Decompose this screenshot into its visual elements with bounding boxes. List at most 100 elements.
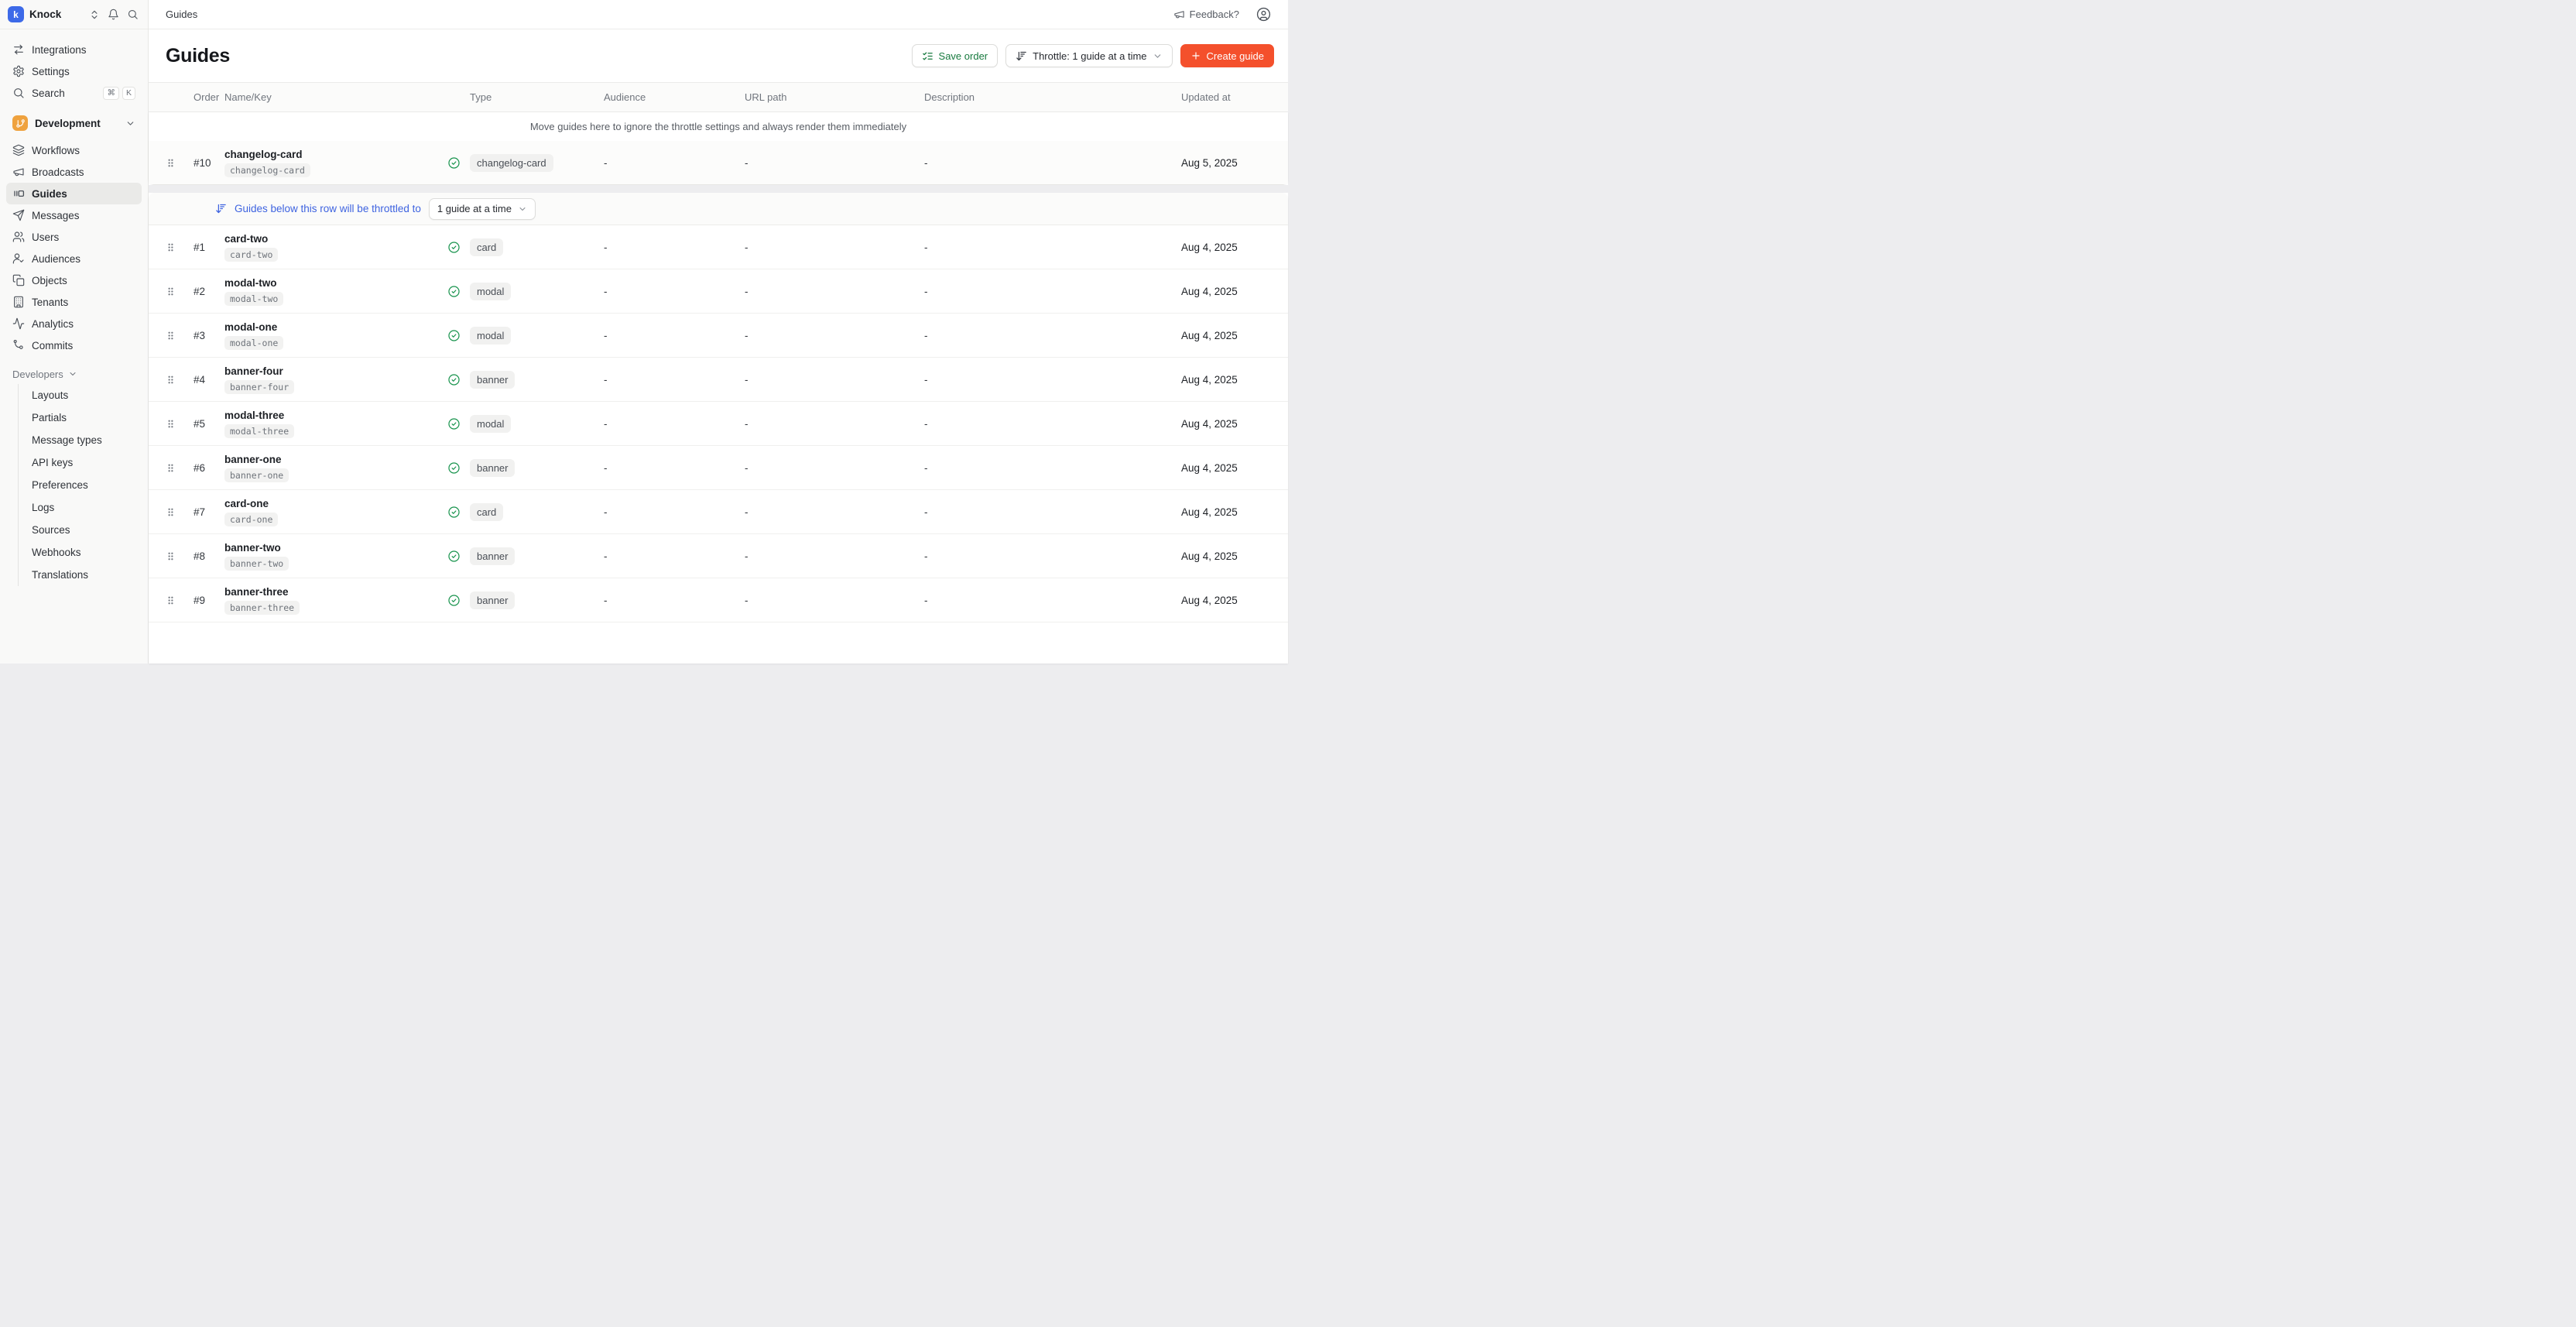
sidebar-item-sources[interactable]: Sources bbox=[19, 519, 142, 541]
guide-name: modal-three bbox=[224, 410, 447, 421]
throttle-divider-row: Guides below this row will be throttled … bbox=[149, 193, 1288, 225]
sidebar-item-broadcasts[interactable]: Broadcasts bbox=[6, 161, 142, 183]
drag-handle-icon[interactable] bbox=[159, 330, 176, 341]
workspace-switcher[interactable]: k Knock bbox=[0, 0, 148, 29]
create-guide-button[interactable]: Create guide bbox=[1180, 44, 1274, 67]
sidebar-item-guides[interactable]: Guides bbox=[6, 183, 142, 204]
updated-at-value: Aug 4, 2025 bbox=[1181, 418, 1288, 430]
sidebar-item-label: Tenants bbox=[32, 297, 68, 308]
sidebar-item-partials[interactable]: Partials bbox=[19, 406, 142, 429]
sidebar-item-search[interactable]: Search ⌘ K bbox=[6, 82, 142, 104]
drag-handle-icon[interactable] bbox=[159, 418, 176, 430]
user-avatar-icon[interactable] bbox=[1256, 7, 1271, 22]
chevron-down-icon bbox=[68, 369, 77, 379]
drag-handle-icon[interactable] bbox=[159, 506, 176, 518]
guide-name: card-two bbox=[224, 233, 447, 245]
topbar: Guides Feedback? bbox=[149, 0, 1288, 29]
table-row[interactable]: #6 banner-one banner-one banner - - - Au… bbox=[149, 446, 1288, 490]
unthrottled-section: Move guides here to ignore the throttle … bbox=[149, 112, 1288, 185]
chevrons-up-down-icon[interactable] bbox=[89, 9, 100, 20]
audience-value: - bbox=[604, 462, 745, 474]
throttle-value-select[interactable]: 1 guide at a time bbox=[429, 198, 536, 220]
sidebar-item-label: Messages bbox=[32, 210, 80, 221]
guide-name: banner-four bbox=[224, 365, 447, 377]
sidebar-item-message-types[interactable]: Message types bbox=[19, 429, 142, 451]
developers-section-toggle[interactable]: Developers bbox=[6, 364, 142, 384]
table-row[interactable]: #5 modal-three modal-three modal - - - A… bbox=[149, 402, 1288, 446]
type-badge: card bbox=[470, 238, 503, 256]
sidebar-item-label: Integrations bbox=[32, 44, 87, 56]
description-value: - bbox=[924, 286, 1181, 297]
sidebar-nav: Integrations Settings Search ⌘ K Develop… bbox=[0, 29, 148, 586]
drag-handle-icon[interactable] bbox=[159, 374, 176, 386]
sidebar-item-translations[interactable]: Translations bbox=[19, 564, 142, 586]
table-row[interactable]: #4 banner-four banner-four banner - - - … bbox=[149, 358, 1288, 402]
url-path-value: - bbox=[745, 550, 924, 562]
column-order: Order bbox=[194, 91, 224, 103]
sidebar-item-preferences[interactable]: Preferences bbox=[19, 474, 142, 496]
table-row[interactable]: #7 card-one card-one card - - - Aug 4, 2… bbox=[149, 490, 1288, 534]
sidebar-item-users[interactable]: Users bbox=[6, 226, 142, 248]
sidebar-item-api-keys[interactable]: API keys bbox=[19, 451, 142, 474]
sidebar-item-commits[interactable]: Commits bbox=[6, 334, 142, 356]
breadcrumb: Guides bbox=[166, 9, 197, 20]
drag-handle-icon[interactable] bbox=[159, 157, 176, 169]
table-row[interactable]: #8 banner-two banner-two banner - - - Au… bbox=[149, 534, 1288, 578]
guide-key-badge: banner-four bbox=[224, 380, 294, 394]
table-row[interactable]: #10 changelog-card changelog-card change… bbox=[149, 141, 1288, 184]
sidebar-item-layouts[interactable]: Layouts bbox=[19, 384, 142, 406]
status-active-icon bbox=[447, 550, 461, 563]
drag-handle-icon[interactable] bbox=[159, 595, 176, 606]
guide-key-badge: modal-three bbox=[224, 424, 294, 438]
sidebar-item-objects[interactable]: Objects bbox=[6, 269, 142, 291]
url-path-value: - bbox=[745, 595, 924, 606]
table-row[interactable]: #3 modal-one modal-one modal - - - Aug 4… bbox=[149, 314, 1288, 358]
sidebar-item-audiences[interactable]: Audiences bbox=[6, 248, 142, 269]
url-path-value: - bbox=[745, 374, 924, 386]
url-path-value: - bbox=[745, 462, 924, 474]
sidebar-item-logs[interactable]: Logs bbox=[19, 496, 142, 519]
sidebar-item-label: Users bbox=[32, 231, 59, 243]
drag-handle-icon[interactable] bbox=[159, 286, 176, 297]
column-type: Type bbox=[447, 91, 604, 103]
save-order-button[interactable]: Save order bbox=[912, 44, 999, 67]
description-value: - bbox=[924, 550, 1181, 562]
row-order: #8 bbox=[194, 550, 224, 562]
sidebar-item-integrations[interactable]: Integrations bbox=[6, 39, 142, 60]
megaphone-icon bbox=[12, 166, 25, 178]
row-order: #5 bbox=[194, 418, 224, 430]
updated-at-value: Aug 4, 2025 bbox=[1181, 550, 1288, 562]
activity-icon bbox=[12, 317, 25, 330]
sidebar-item-tenants[interactable]: Tenants bbox=[6, 291, 142, 313]
sidebar-item-label: Guides bbox=[32, 188, 67, 200]
developers-label: Developers bbox=[12, 369, 63, 380]
audience-value: - bbox=[604, 374, 745, 386]
sidebar-item-messages[interactable]: Messages bbox=[6, 204, 142, 226]
status-active-icon bbox=[447, 241, 461, 254]
drag-handle-icon[interactable] bbox=[159, 242, 176, 253]
table-row[interactable]: #1 card-two card-two card - - - Aug 4, 2… bbox=[149, 225, 1288, 269]
description-value: - bbox=[924, 374, 1181, 386]
drag-handle-icon[interactable] bbox=[159, 550, 176, 562]
table-row[interactable]: #2 modal-two modal-two modal - - - Aug 4… bbox=[149, 269, 1288, 314]
cmd-keycap: ⌘ bbox=[103, 87, 119, 100]
description-value: - bbox=[924, 462, 1181, 474]
sidebar-item-webhooks[interactable]: Webhooks bbox=[19, 541, 142, 564]
search-icon[interactable] bbox=[127, 9, 139, 20]
sidebar-item-workflows[interactable]: Workflows bbox=[6, 139, 142, 161]
table-row[interactable]: #9 banner-three banner-three banner - - … bbox=[149, 578, 1288, 622]
bell-icon[interactable] bbox=[108, 9, 119, 20]
url-path-value: - bbox=[745, 330, 924, 341]
row-order: #4 bbox=[194, 374, 224, 386]
feedback-button[interactable]: Feedback? bbox=[1173, 9, 1239, 20]
drag-handle-icon[interactable] bbox=[159, 462, 176, 474]
environment-switcher[interactable]: Development bbox=[6, 111, 142, 135]
updated-at-value: Aug 4, 2025 bbox=[1181, 595, 1288, 606]
sidebar-item-settings[interactable]: Settings bbox=[6, 60, 142, 82]
updated-at-value: Aug 4, 2025 bbox=[1181, 242, 1288, 253]
sort-descending-icon bbox=[215, 203, 227, 214]
sidebar-item-label: Settings bbox=[32, 66, 70, 77]
status-active-icon bbox=[447, 461, 461, 475]
sidebar-item-analytics[interactable]: Analytics bbox=[6, 313, 142, 334]
throttle-dropdown[interactable]: Throttle: 1 guide at a time bbox=[1005, 44, 1172, 67]
